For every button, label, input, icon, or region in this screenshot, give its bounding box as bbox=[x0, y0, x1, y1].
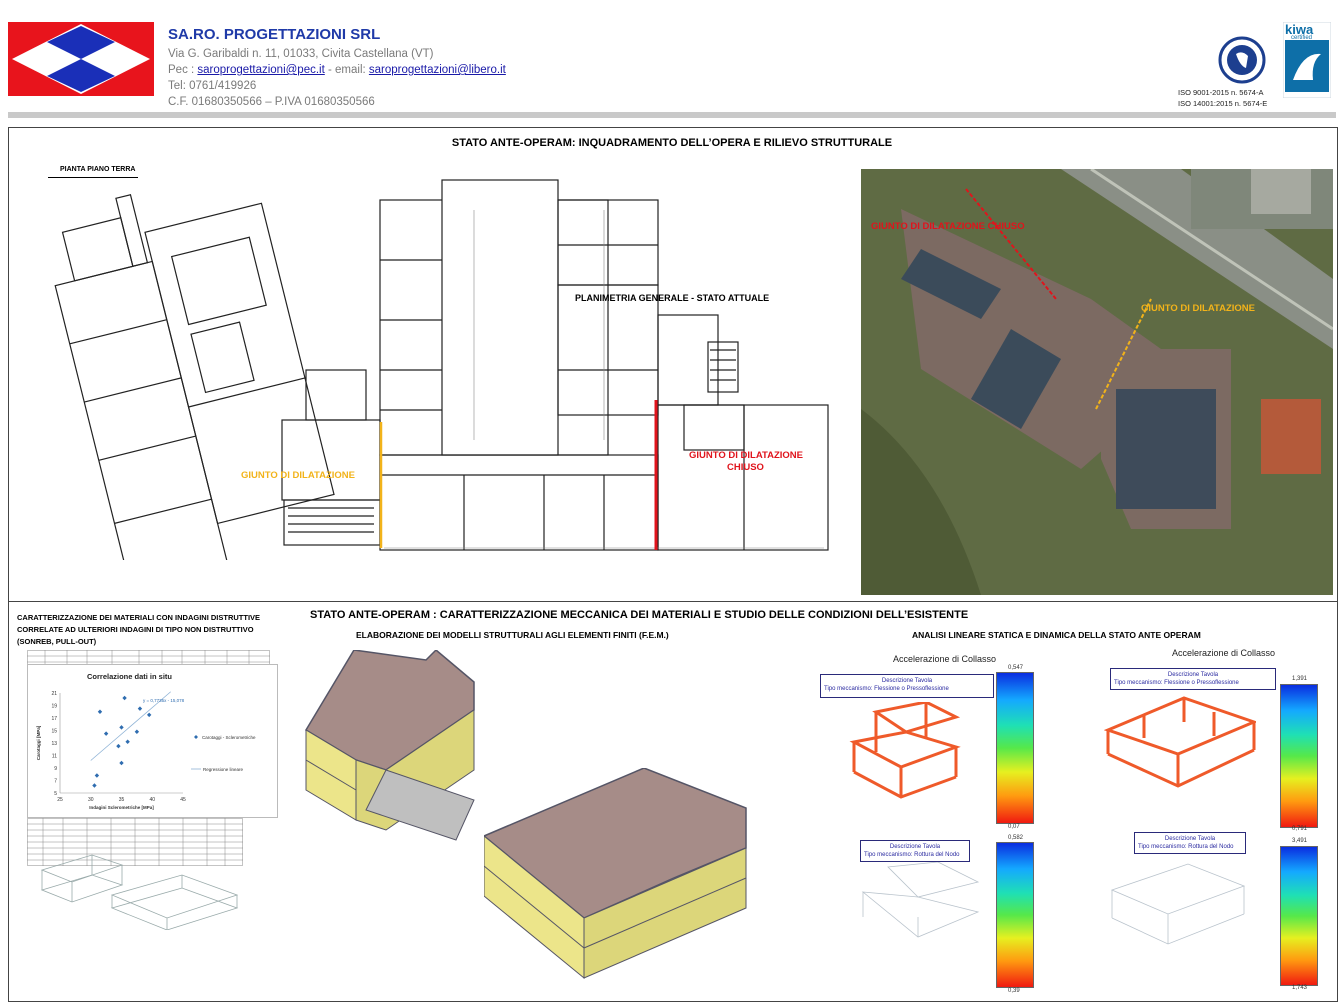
result-desc-2-mech: Tipo meccanismo: Flessione o Pressofless… bbox=[1114, 680, 1239, 686]
y-tick-label: 13 bbox=[51, 741, 57, 747]
result-desc-4-title: Descrizione Tavola bbox=[1164, 836, 1216, 842]
result-desc-2-title: Descrizione Tavola bbox=[1167, 672, 1219, 678]
data-point bbox=[119, 760, 124, 766]
legend-marker-points bbox=[194, 735, 198, 739]
result-desc-1-mech: Tipo meccanismo: Flessione o Pressofless… bbox=[824, 686, 949, 692]
x-tick-label: 35 bbox=[119, 797, 125, 803]
frame-model-1 bbox=[846, 700, 976, 800]
color-scale-4 bbox=[1280, 846, 1318, 986]
company-logo bbox=[8, 22, 154, 96]
collapse-chart-title-1: Accelerazione di Collasso bbox=[893, 654, 997, 664]
legend-label-points: Carotaggi - Sclerometriche bbox=[202, 735, 256, 740]
result-desc-4: Descrizione Tavola Tipo meccanismo: Rott… bbox=[1134, 832, 1246, 854]
y-axis-label: Carotaggi [MPa] bbox=[36, 725, 41, 760]
email-prefix: - email: bbox=[324, 64, 369, 76]
x-axis-label: Indagini Sclerometriche [MPa] bbox=[89, 805, 154, 810]
color-scale-1 bbox=[996, 672, 1034, 824]
x-tick-label: 25 bbox=[57, 797, 63, 803]
scale-1-bottom: 0,07 bbox=[1008, 824, 1020, 830]
pec-email-link[interactable]: saroprogettazioni@pec.it bbox=[197, 64, 324, 76]
y-tick-label: 17 bbox=[51, 716, 57, 722]
email-link[interactable]: saroprogettazioni@libero.it bbox=[369, 64, 506, 76]
result-desc-3: Descrizione Tavola Tipo meccanismo: Rott… bbox=[860, 840, 970, 862]
legend-label-line: Regressione lineare bbox=[203, 767, 244, 772]
scale-2-bottom: 0,791 bbox=[1292, 826, 1308, 832]
data-point bbox=[137, 706, 143, 711]
color-scale-2 bbox=[1280, 684, 1318, 828]
plan-joint-closed-line1: GIUNTO DI DILATAZIONE bbox=[689, 450, 803, 461]
y-tick-label: 11 bbox=[52, 754, 57, 760]
aerial-joint-closed-label: GIUNTO DI DILATAZIONE CHIUSO bbox=[871, 221, 1025, 232]
result-desc-4-mech: Tipo meccanismo: Rottura del Nodo bbox=[1138, 844, 1234, 850]
aerial-joint-label: GIUNTO DI DILATAZIONE bbox=[1141, 303, 1255, 314]
frame-model-3 bbox=[858, 861, 988, 942]
aerial-photo: GIUNTO DI DILATAZIONE CHIUSO GIUNTO DI D… bbox=[861, 167, 1334, 595]
plan-joint-label: GIUNTO DI DILATAZIONE bbox=[241, 470, 355, 481]
panel-bottom-title: STATO ANTE-OPERAM : CARATTERIZZAZIONE ME… bbox=[310, 609, 969, 621]
regression-equation: y = 0,7735x - 15,078 bbox=[143, 698, 185, 703]
data-point bbox=[97, 709, 103, 714]
scale-3-bottom: 0,39 bbox=[1008, 988, 1020, 994]
x-tick-label: 40 bbox=[149, 797, 155, 803]
company-fiscal: C.F. 01680350566 – P.IVA 01680350566 bbox=[168, 96, 375, 108]
panel-top-title: STATO ANTE-OPERAM: INQUADRAMENTO DELL’OP… bbox=[451, 137, 893, 149]
plan-joint-closed-line2: CHIUSO bbox=[727, 462, 764, 473]
y-tick-label: 9 bbox=[54, 766, 57, 772]
general-plan-label: PLANIMETRIA GENERALE - STATO ATTUALE bbox=[575, 293, 770, 303]
data-point bbox=[116, 743, 121, 749]
data-point bbox=[146, 712, 152, 718]
y-tick-label: 19 bbox=[51, 704, 57, 710]
company-emails: Pec : saroprogettazioni@pec.it - email: … bbox=[168, 64, 506, 76]
data-point bbox=[92, 783, 97, 788]
analysis-heading: ANALISI LINEARE STATICA E DINAMICA DELLA… bbox=[912, 630, 1201, 640]
header-divider bbox=[8, 112, 1336, 118]
materials-heading-3: (SONREB, PULL-OUT) bbox=[17, 637, 97, 646]
data-point bbox=[122, 695, 127, 701]
y-tick-label: 21 bbox=[51, 691, 57, 697]
fem-heading: ELABORAZIONE DEI MODELLI STRUTTURALI AGL… bbox=[356, 630, 669, 640]
scale-2-top: 1,391 bbox=[1292, 676, 1308, 682]
fem-model-2 bbox=[482, 767, 756, 990]
y-tick-label: 15 bbox=[51, 729, 57, 735]
scale-3-top: 0,582 bbox=[1008, 835, 1024, 841]
result-desc-2: Descrizione Tavola Tipo meccanismo: Fles… bbox=[1110, 668, 1276, 690]
result-desc-3-title: Descrizione Tavola bbox=[889, 844, 941, 850]
result-desc-3-mech: Tipo meccanismo: Rottura del Nodo bbox=[864, 852, 960, 858]
x-tick-label: 45 bbox=[180, 797, 186, 803]
kiwa-sub: certified bbox=[1291, 35, 1313, 41]
data-point bbox=[119, 725, 124, 730]
y-tick-label: 7 bbox=[54, 779, 57, 785]
y-tick-label: 5 bbox=[54, 791, 57, 797]
scale-4-top: 3,491 bbox=[1292, 838, 1308, 844]
chart-title: Correlazione dati in situ bbox=[87, 672, 172, 681]
materials-heading-2: CORRELATE AD ULTERIORI INDAGINI DI TIPO … bbox=[17, 625, 254, 634]
result-desc-1: Descrizione Tavola Tipo meccanismo: Fles… bbox=[820, 674, 994, 698]
result-desc-1-title: Descrizione Tavola bbox=[881, 678, 933, 684]
correlation-chart-svg: Correlazione dati in situ 25 30 35 40 45 5 7 9 11… bbox=[36, 672, 256, 810]
kiwa-logo: kiwa certified bbox=[1282, 21, 1332, 99]
frame-model-4 bbox=[1108, 860, 1248, 950]
wireframe-model-small bbox=[32, 850, 247, 931]
data-point bbox=[103, 731, 109, 736]
data-point bbox=[125, 739, 130, 744]
data-point bbox=[94, 773, 100, 778]
company-name: SA.RO. PROGETTAZIONI SRL bbox=[168, 26, 381, 43]
data-point bbox=[134, 729, 140, 734]
collapse-chart-title-2: Accelerazione di Collasso bbox=[1172, 648, 1276, 658]
correlation-chart: Correlazione dati in situ 25 30 35 40 45 5 7 9 11… bbox=[27, 664, 278, 818]
company-tel: Tel: 0761/419926 bbox=[168, 80, 257, 92]
frame-model-2 bbox=[1103, 692, 1259, 792]
accredia-logo bbox=[1218, 32, 1266, 88]
fem-model-1 bbox=[296, 648, 496, 860]
company-address: Via G. Garibaldi n. 11, 01033, Civita Ca… bbox=[168, 48, 434, 60]
x-tick-label: 30 bbox=[88, 797, 94, 803]
iso-14001: ISO 14001:2015 n. 5674-E bbox=[1178, 99, 1268, 108]
color-scale-3 bbox=[996, 842, 1034, 988]
scale-4-bottom: 1,743 bbox=[1292, 985, 1308, 991]
materials-heading-1: CARATTERIZZAZIONE DEI MATERIALI CON INDA… bbox=[17, 613, 261, 622]
floor-plan-drawing bbox=[44, 170, 834, 588]
pec-prefix: Pec : bbox=[168, 64, 198, 76]
scale-1-top: 0,547 bbox=[1008, 665, 1024, 671]
iso-9001: ISO 9001-2015 n. 5674-A bbox=[1178, 88, 1264, 97]
